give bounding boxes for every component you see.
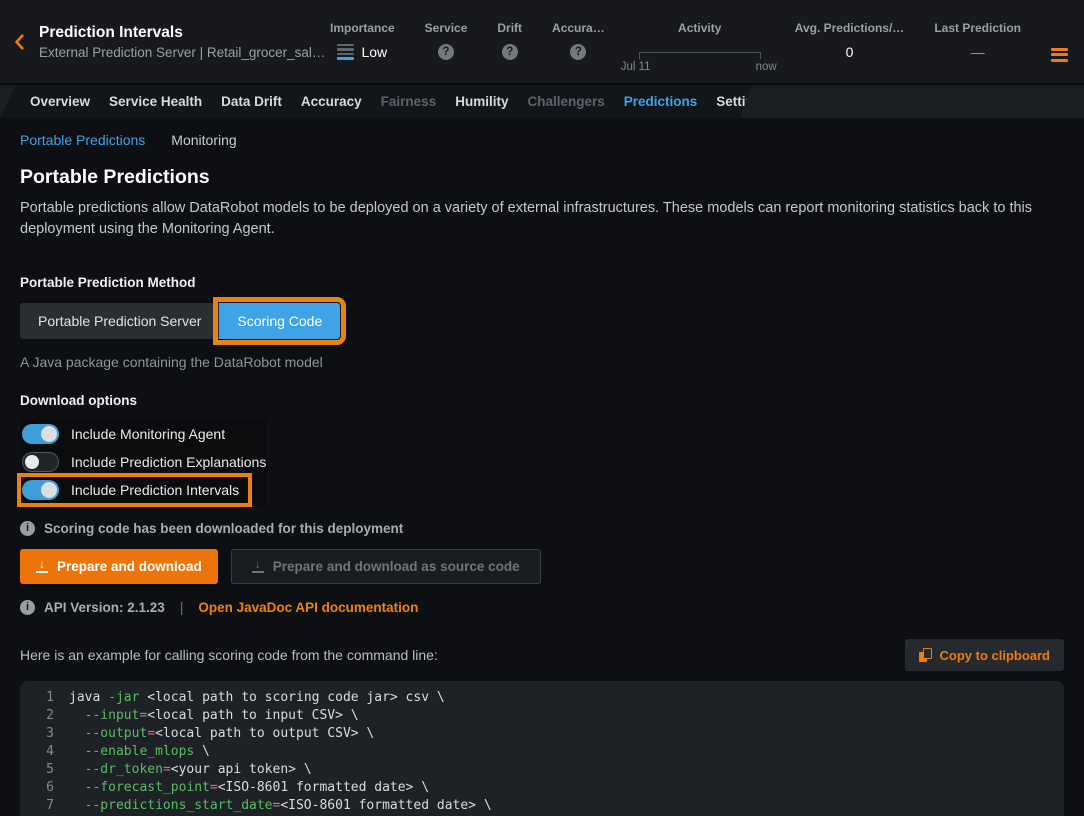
api-version-text: API Version: 2.1.23 <box>44 600 165 615</box>
scoring-code-status: i Scoring code has been downloaded for t… <box>20 521 1064 536</box>
code-block: 1java -jar <local path to scoring code j… <box>20 681 1064 816</box>
metric-accuracy: Accura… ? <box>552 21 605 60</box>
monitoring-agent-toggle[interactable] <box>22 424 59 444</box>
method-section-label: Portable Prediction Method <box>20 275 1064 290</box>
tab-overview[interactable]: Overview <box>30 94 90 109</box>
predictions-panel: Portable Predictions Monitoring Portable… <box>0 132 1084 816</box>
code-line: 7 --predictions_start_date=<ISO-8601 for… <box>20 797 1064 815</box>
prepare-and-download-source-button[interactable]: ↓ Prepare and download as source code <box>231 549 541 584</box>
download-icon: ↓ <box>252 560 264 573</box>
metric-last-prediction: Last Prediction — <box>934 21 1021 60</box>
code-line: 2 --input=<local path to input CSV> \ <box>20 707 1064 725</box>
activity-range-end: now <box>756 61 777 73</box>
help-icon[interactable]: ? <box>570 44 586 60</box>
separator: | <box>180 600 184 615</box>
deployment-title: Prediction Intervals <box>39 24 325 42</box>
info-icon: i <box>20 600 35 615</box>
deployment-header: Prediction Intervals External Prediction… <box>0 0 1084 85</box>
timeline-bracket <box>639 52 761 59</box>
help-icon[interactable]: ? <box>502 44 518 60</box>
api-version-row: i API Version: 2.1.23 | Open JavaDoc API… <box>20 600 1064 615</box>
deployment-tab-bar: Overview Service Health Data Drift Accur… <box>0 85 1084 118</box>
deployment-subtitle: External Prediction Server | Retail_groc… <box>39 45 325 60</box>
metric-avg-predictions: Avg. Predictions/… 0 <box>795 21 905 60</box>
prediction-explanations-toggle[interactable] <box>22 452 59 472</box>
prepare-and-download-button[interactable]: ↓ Prepare and download <box>20 549 218 584</box>
example-intro-text: Here is an example for calling scoring c… <box>20 647 438 663</box>
toggle-row-prediction-explanations: Include Prediction Explanations <box>20 448 274 476</box>
code-line: 3 --output=<local path to output CSV> \ <box>20 725 1064 743</box>
back-icon[interactable] <box>14 29 25 55</box>
info-icon: i <box>20 521 35 536</box>
portable-prediction-server-button[interactable]: Portable Prediction Server <box>20 303 219 339</box>
tab-fairness[interactable]: Fairness <box>381 94 437 109</box>
copy-icon <box>919 648 932 662</box>
download-options-label: Download options <box>20 393 1064 408</box>
last-prediction-value: — <box>971 44 985 60</box>
toggle-row-monitoring-agent: Include Monitoring Agent <box>20 420 233 448</box>
status-text: Scoring code has been downloaded for thi… <box>44 521 403 536</box>
download-actions: ↓ Prepare and download ↓ Prepare and dow… <box>20 549 1064 584</box>
tab-challengers[interactable]: Challengers <box>527 94 604 109</box>
tab-settings[interactable]: Settings <box>716 94 769 109</box>
subtab-portable-predictions[interactable]: Portable Predictions <box>20 132 145 148</box>
activity-range-start: Jul 11 <box>621 61 651 73</box>
activity-timeline-chart: Jul 11 now <box>639 52 761 73</box>
toggle-row-prediction-intervals: Include Prediction Intervals <box>20 476 249 504</box>
avg-predictions-value: 0 <box>846 44 854 60</box>
metric-importance: Importance Low <box>330 21 395 60</box>
code-line: 6 --forecast_point=<ISO-8601 formatted d… <box>20 779 1064 797</box>
method-caption: A Java package containing the DataRobot … <box>20 354 1064 370</box>
code-line: 1java -jar <local path to scoring code j… <box>20 689 1064 707</box>
page-title: Portable Predictions <box>20 166 1064 189</box>
predictions-subtabs: Portable Predictions Monitoring <box>20 132 1064 148</box>
menu-icon[interactable] <box>1051 48 1068 62</box>
page-description: Portable predictions allow DataRobot mod… <box>20 198 1064 240</box>
download-icon: ↓ <box>36 560 48 573</box>
tab-data-drift[interactable]: Data Drift <box>221 94 282 109</box>
metric-activity: Activity Jul 11 now <box>635 21 765 73</box>
code-line: 5 --dr_token=<your api token> \ <box>20 761 1064 779</box>
javadoc-link[interactable]: Open JavaDoc API documentation <box>198 600 418 615</box>
importance-level-icon <box>337 44 354 60</box>
tab-band: Overview Service Health Data Drift Accur… <box>0 85 752 118</box>
tab-accuracy[interactable]: Accuracy <box>301 94 362 109</box>
download-options-list: Include Monitoring Agent Include Predict… <box>20 418 266 506</box>
tab-service-health[interactable]: Service Health <box>109 94 202 109</box>
copy-to-clipboard-button[interactable]: Copy to clipboard <box>905 639 1065 671</box>
subtab-monitoring[interactable]: Monitoring <box>171 132 236 148</box>
scoring-code-button[interactable]: Scoring Code <box>219 303 340 339</box>
code-line: 4 --enable_mlops \ <box>20 743 1064 761</box>
example-header-row: Here is an example for calling scoring c… <box>20 639 1064 671</box>
metric-drift: Drift ? <box>497 21 522 60</box>
tab-predictions[interactable]: Predictions <box>624 94 698 109</box>
prediction-intervals-toggle[interactable] <box>22 480 59 500</box>
metric-service: Service ? <box>425 21 468 60</box>
deployment-metrics: Importance Low Service ? Drift ? Accura…… <box>330 11 1068 73</box>
importance-value: Low <box>361 44 387 60</box>
method-button-group: Portable Prediction Server Scoring Code <box>20 303 1064 339</box>
help-icon[interactable]: ? <box>438 44 454 60</box>
tab-humility[interactable]: Humility <box>455 94 508 109</box>
